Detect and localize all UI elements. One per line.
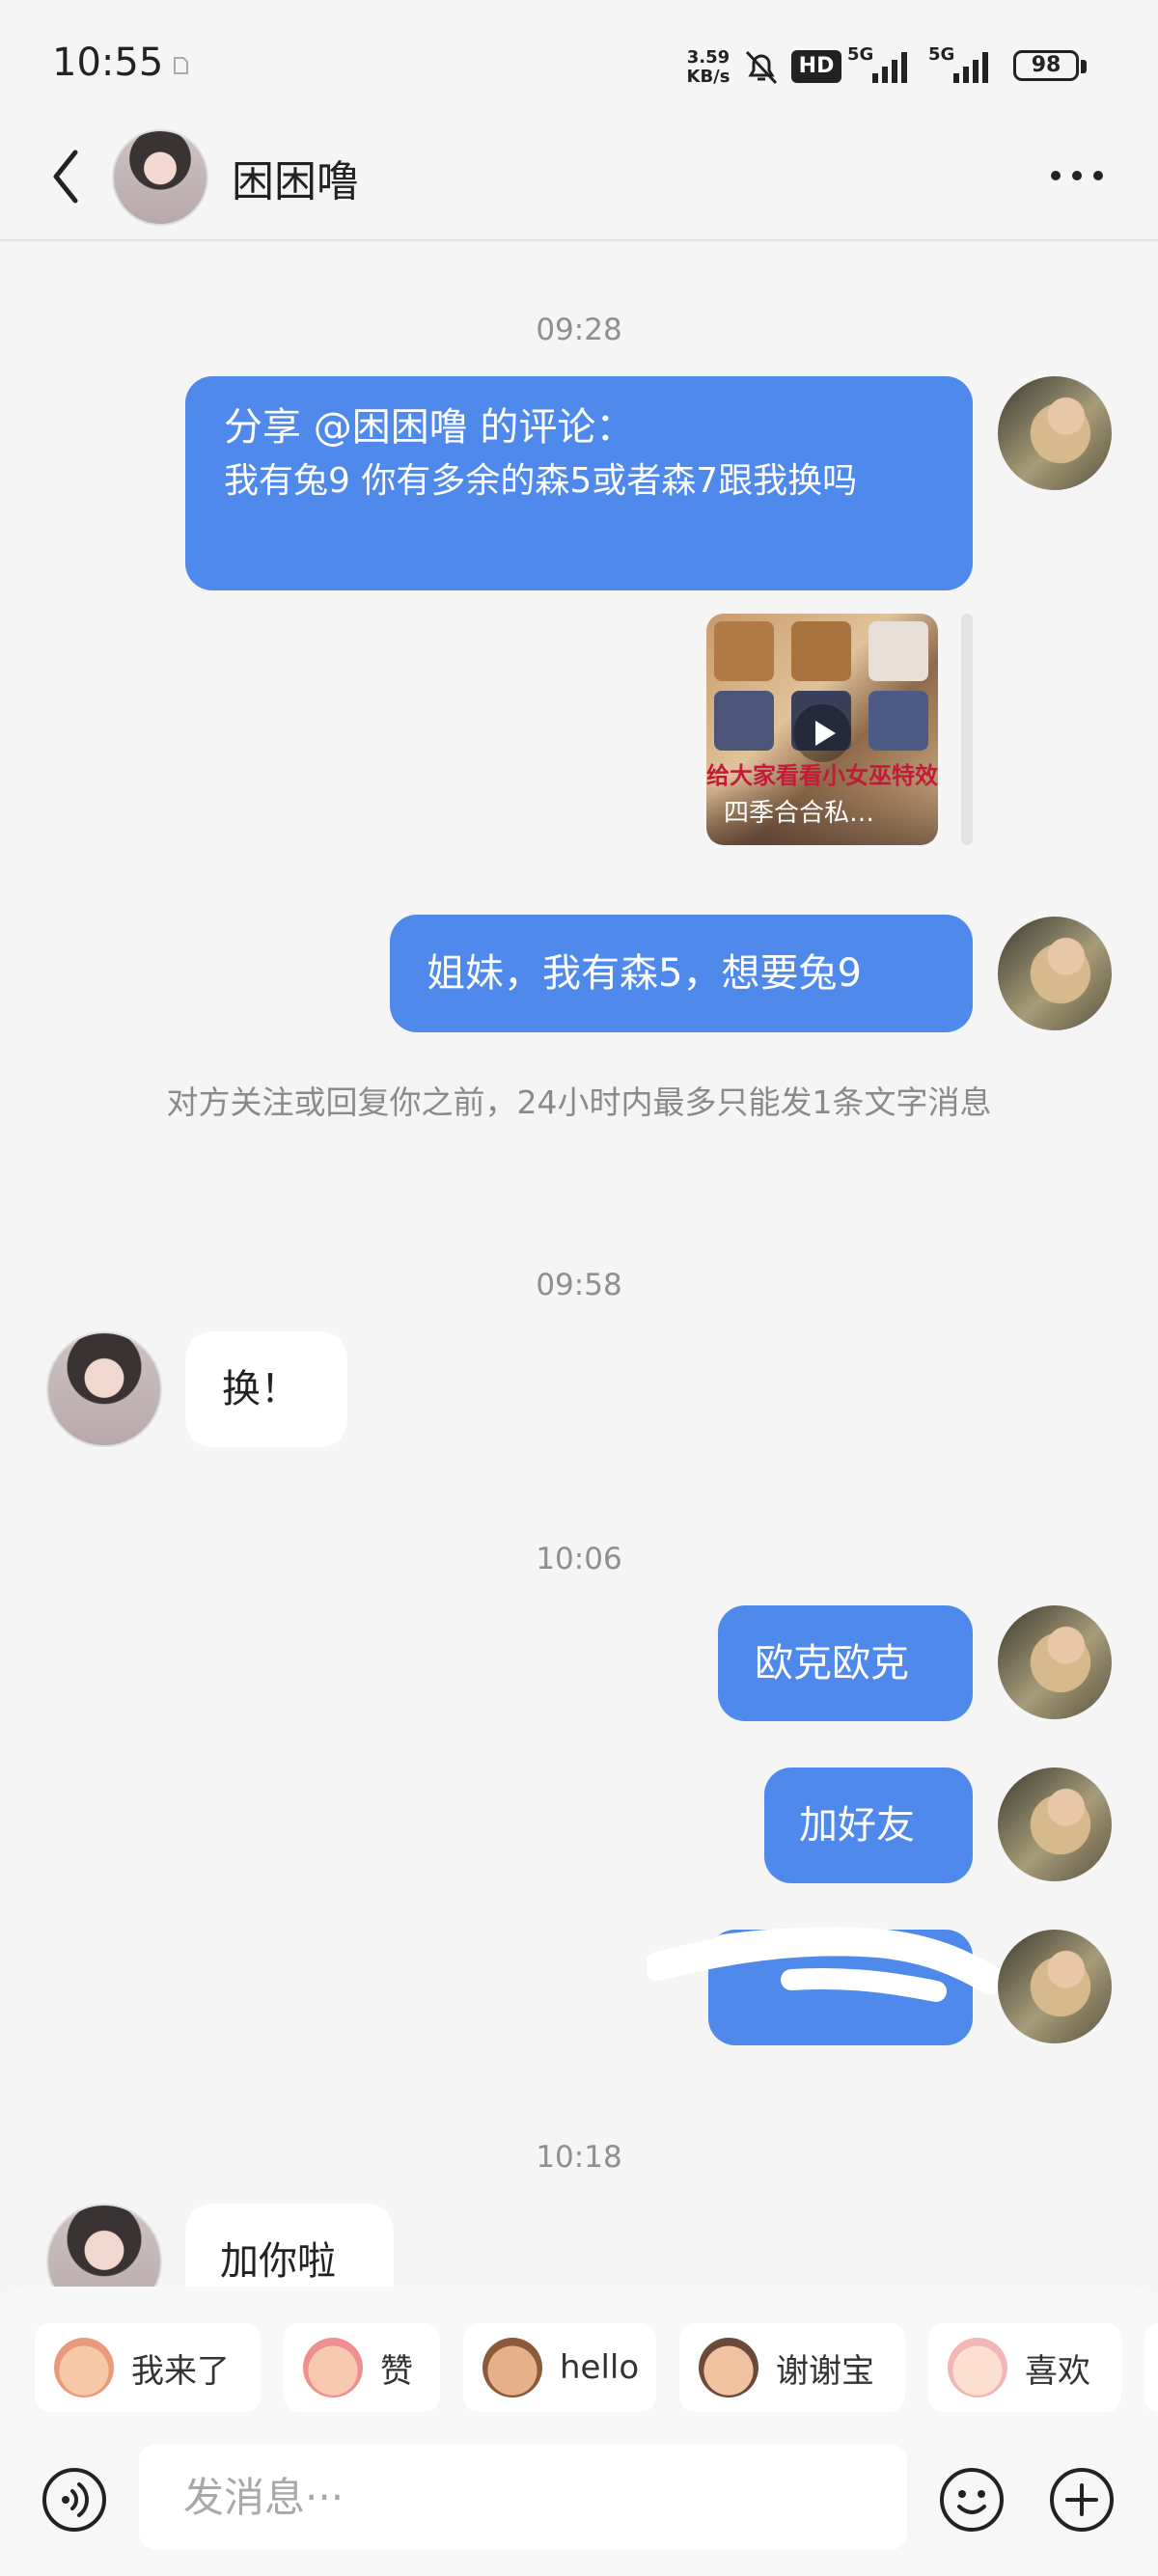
quick-reply-label: 谢谢宝 bbox=[776, 2351, 874, 2391]
sticker-icon bbox=[54, 2338, 114, 2398]
sim-icon bbox=[174, 57, 188, 74]
video-title: 四季合合私… bbox=[724, 799, 875, 828]
message-text: 加好友 bbox=[799, 1803, 915, 1848]
hd-badge: HD bbox=[791, 50, 841, 83]
shared-comment-bubble[interactable]: 分享 @困困噜 的评论： 我有兔9 你有多余的森5或者森7跟我换吗 bbox=[185, 376, 973, 590]
message-bubble-sent[interactable]: 加好友 bbox=[764, 1768, 973, 1883]
net-speed-unit: KB/s bbox=[686, 67, 731, 87]
signal-bars-icon bbox=[872, 52, 907, 83]
net-speed: 3.59 KB/s bbox=[681, 48, 735, 87]
message-text: 姐妹，我有森5，想要兔9 bbox=[427, 951, 862, 996]
battery-icon: 98 bbox=[1013, 50, 1079, 81]
timestamp: 09:28 bbox=[536, 313, 622, 347]
redaction-scribble bbox=[647, 1927, 1004, 2002]
signal-bars-icon-2 bbox=[953, 52, 988, 83]
message-bubble-sent[interactable]: 欧克欧克 bbox=[718, 1605, 973, 1721]
video-scrollbar bbox=[961, 614, 973, 845]
contact-name[interactable]: 困困噜 bbox=[232, 147, 359, 208]
message-input[interactable] bbox=[139, 2444, 907, 2550]
quick-reply-chip-partial[interactable] bbox=[1144, 2323, 1158, 2412]
my-avatar[interactable] bbox=[998, 1605, 1112, 1719]
quick-reply-label: 我来了 bbox=[131, 2351, 230, 2391]
quick-reply-chip[interactable]: 谢谢宝 bbox=[679, 2323, 905, 2412]
message-bubble-sent[interactable]: 姐妹，我有森5，想要兔9 bbox=[390, 915, 973, 1032]
quick-reply-label: 喜欢 bbox=[1025, 2351, 1090, 2391]
my-avatar[interactable] bbox=[998, 917, 1112, 1030]
status-time: 10:55 bbox=[52, 41, 164, 85]
message-bubble-received[interactable]: 换！ bbox=[185, 1331, 347, 1447]
timestamp: 09:58 bbox=[536, 1268, 622, 1302]
quick-reply-label: hello bbox=[560, 2348, 640, 2387]
my-avatar[interactable] bbox=[998, 1768, 1112, 1881]
hd-badge-label: HD bbox=[798, 54, 835, 78]
contact-avatar[interactable] bbox=[112, 129, 208, 226]
sticker-icon bbox=[948, 2338, 1007, 2398]
sticker-icon bbox=[699, 2338, 758, 2398]
timestamp: 10:06 bbox=[536, 1542, 622, 1576]
shared-comment-title: 分享 @困困噜 的评论： bbox=[224, 405, 635, 450]
sticker-icon bbox=[482, 2338, 542, 2398]
video-card[interactable]: 给大家看看小女巫特效 四季合合私… bbox=[706, 614, 938, 845]
sticker-icon bbox=[303, 2338, 363, 2398]
battery-tip bbox=[1081, 60, 1087, 73]
shared-comment-body: 我有兔9 你有多余的森5或者森7跟我换吗 bbox=[224, 461, 858, 501]
emoji-icon[interactable] bbox=[938, 2466, 1006, 2534]
voice-icon[interactable] bbox=[41, 2466, 108, 2534]
timestamp: 10:18 bbox=[536, 2140, 622, 2175]
chevron-left-icon[interactable] bbox=[46, 145, 85, 208]
system-notice: 对方关注或回复你之前，24小时内最多只能发1条文字消息 bbox=[166, 1083, 992, 1121]
net-speed-value: 3.59 bbox=[686, 47, 731, 68]
plus-icon[interactable] bbox=[1048, 2466, 1116, 2534]
message-text: 欧克欧克 bbox=[755, 1641, 909, 1685]
message-text: 加你啦 bbox=[220, 2239, 336, 2284]
more-dots-icon[interactable] bbox=[1048, 164, 1106, 187]
my-avatar[interactable] bbox=[998, 376, 1112, 490]
quick-reply-chip[interactable]: 喜欢 bbox=[928, 2323, 1121, 2412]
quick-reply-chip[interactable]: 赞 bbox=[284, 2323, 440, 2412]
my-avatar[interactable] bbox=[998, 1930, 1112, 2043]
contact-avatar[interactable] bbox=[46, 1331, 162, 1447]
battery-level: 98 bbox=[1031, 53, 1062, 77]
play-icon bbox=[793, 704, 851, 762]
quick-reply-chip[interactable]: 我来了 bbox=[35, 2323, 261, 2412]
bell-muted-icon bbox=[745, 50, 778, 85]
message-text: 换！ bbox=[222, 1367, 299, 1411]
quick-reply-chip[interactable]: hello bbox=[463, 2323, 656, 2412]
quick-reply-label: 赞 bbox=[380, 2351, 413, 2391]
